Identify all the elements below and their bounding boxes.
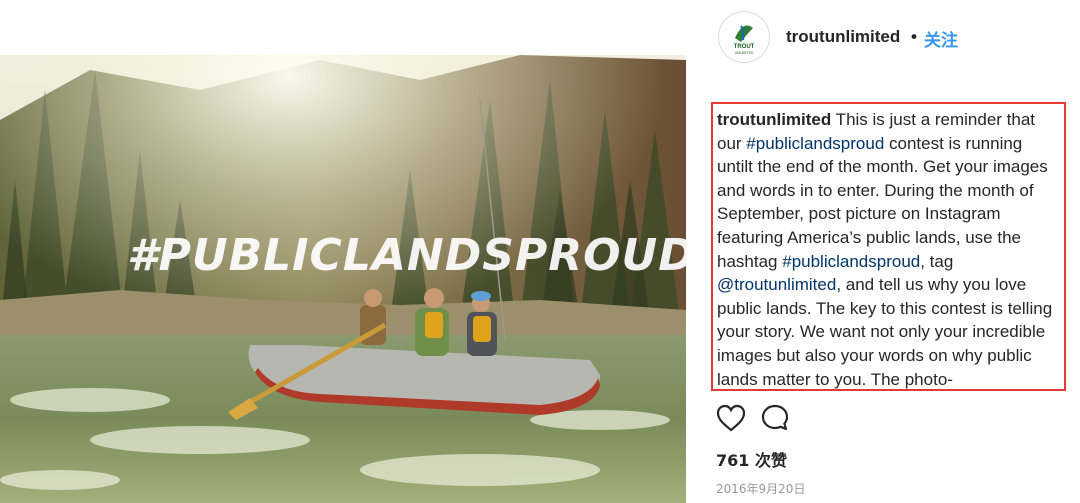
separator-dot: • [911,27,917,46]
hashtag-link[interactable]: #publiclandsproud [746,134,884,153]
heart-icon[interactable] [715,402,747,434]
caption-highlight-box: troutunlimited This is just a reminder t… [711,102,1066,391]
caption-text: contest is running untilt the end of the… [717,133,1048,271]
image-overlay-hashtag: #PUBLICLANDSPROUD [127,230,690,281]
post-date[interactable]: 2016年9月20日 [716,480,805,497]
svg-text:TROUT: TROUT [734,44,755,50]
post-header: TROUT UNLIMITED troutunlimited • 关注 [690,0,1080,78]
follow-button[interactable]: 关注 [924,26,958,51]
hashtag-link[interactable]: #publiclandsproud [782,252,920,271]
post-photo[interactable]: #PUBLICLANDSPROUD [0,0,690,503]
likes-count[interactable]: 761 次赞 [716,447,787,471]
post-caption: troutunlimited This is just a reminder t… [717,108,1062,389]
username-link[interactable]: troutunlimited [786,27,900,47]
rafting-photo: #PUBLICLANDSPROUD [0,55,690,503]
post-side-panel: TROUT UNLIMITED troutunlimited • 关注 trou… [690,0,1080,503]
trout-logo-icon: TROUT UNLIMITED [734,25,755,55]
caption-username[interactable]: troutunlimited [717,110,831,129]
comment-icon[interactable] [759,402,791,434]
avatar[interactable]: TROUT UNLIMITED [718,11,770,63]
svg-text:UNLIMITED: UNLIMITED [735,51,754,55]
mention-link[interactable]: @troutunlimited [717,275,836,294]
caption-text: , tag [920,251,954,271]
